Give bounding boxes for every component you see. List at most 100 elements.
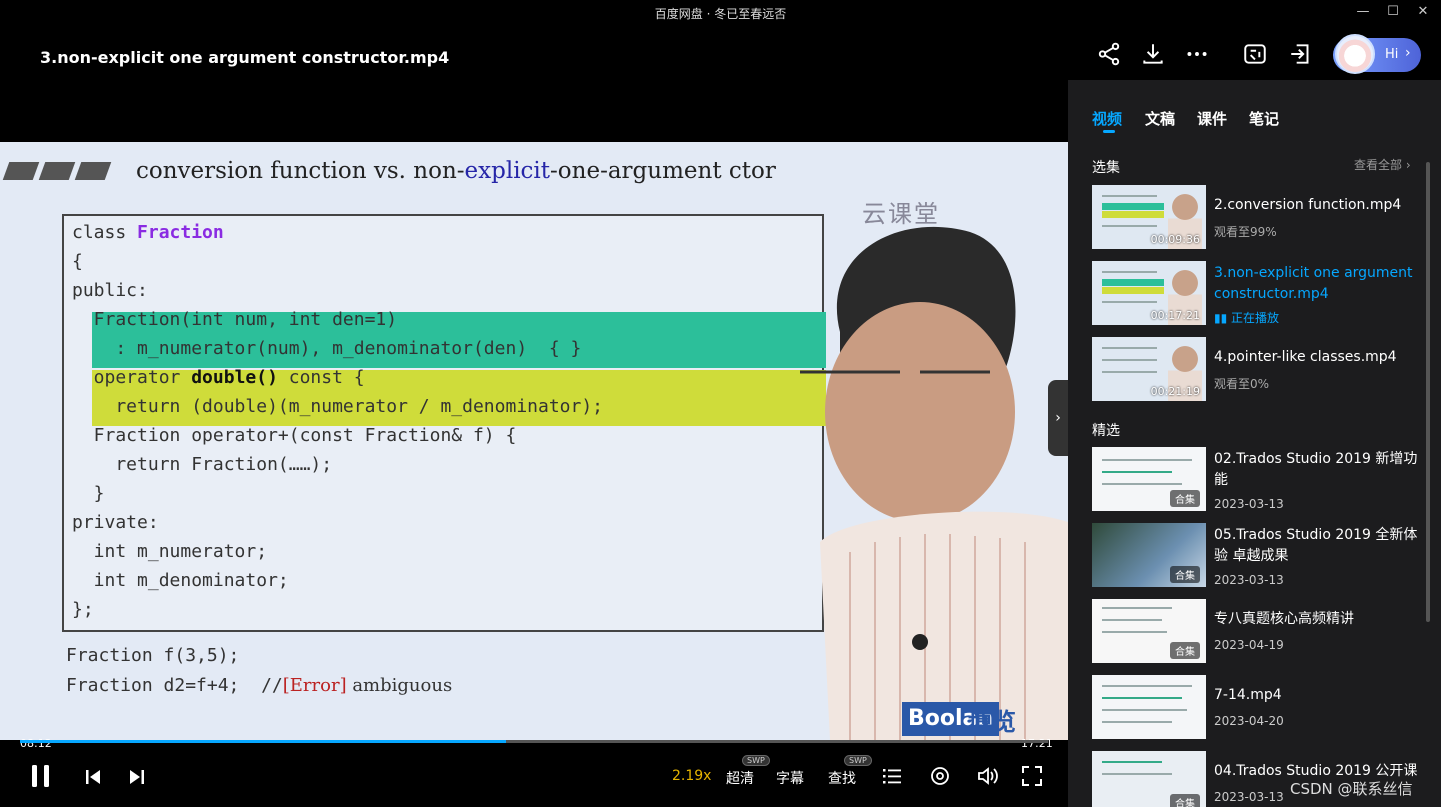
- slide-decoration: [2, 162, 114, 184]
- fullscreen-icon[interactable]: [1022, 766, 1042, 790]
- close-button[interactable]: ✕: [1413, 2, 1433, 22]
- code-line: return Fraction(……);: [72, 454, 333, 475]
- playing-bars-icon: ▮▮: [1214, 311, 1232, 325]
- current-time: 08:12: [20, 737, 52, 750]
- maximize-button[interactable]: ☐: [1383, 2, 1403, 22]
- more-icon[interactable]: [1184, 41, 1210, 67]
- progress-bar[interactable]: [20, 740, 1048, 743]
- settings-icon[interactable]: [930, 766, 950, 790]
- screen-capture-icon[interactable]: [1242, 41, 1268, 67]
- thumbnail: 合集: [1092, 751, 1206, 807]
- item-status: 观看至99%: [1214, 225, 1277, 239]
- collection-badge: 合集: [1170, 642, 1200, 659]
- app-title: 百度网盘 · 冬已至春远否: [654, 7, 787, 21]
- code-line: public:: [72, 280, 148, 301]
- quality-button[interactable]: 超清: [726, 768, 754, 788]
- swp-badge: SWP: [742, 755, 770, 766]
- item-title: 05.Trados Studio 2019 全新体验 卓越成果: [1214, 527, 1418, 564]
- progress-fill: [20, 740, 507, 743]
- playlist-icon[interactable]: [882, 766, 902, 790]
- item-date: 2023-03-13: [1214, 573, 1284, 587]
- csdn-watermark: CSDN @联系丝信: [1290, 780, 1413, 798]
- swp-badge: SWP: [844, 755, 872, 766]
- pause-icon[interactable]: [30, 764, 52, 792]
- thumbnail: 00:09:36: [1092, 185, 1206, 249]
- collection-badge: 合集: [1170, 490, 1200, 507]
- collection-badge: 合集: [1170, 794, 1200, 807]
- code-line: Fraction(int num, int den=1): [72, 309, 398, 330]
- featured-label: 精选: [1092, 423, 1120, 439]
- item-date: 2023-04-20: [1214, 714, 1284, 728]
- list-item[interactable]: 00:09:36 2.conversion function.mp4 观看至99…: [1092, 185, 1422, 251]
- series-label: 选集: [1092, 160, 1120, 176]
- code-line: int m_numerator;: [72, 541, 268, 562]
- item-date: 2023-04-19: [1214, 638, 1284, 652]
- code-line: };: [72, 599, 94, 620]
- presenter-image: [800, 226, 1068, 740]
- thumbnail: 合集: [1092, 447, 1206, 511]
- code-line: Fraction f(3,5);: [66, 645, 240, 666]
- video-frame: conversion function vs. non-explicit-one…: [0, 142, 1068, 740]
- item-title: 4.pointer-like classes.mp4: [1214, 349, 1397, 365]
- item-title: 3.non-explicit one argument constructor.…: [1214, 265, 1413, 302]
- tab-video[interactable]: 视频: [1092, 108, 1122, 129]
- total-time: 17:21: [1021, 737, 1053, 750]
- assistant-button[interactable]: Hi ›: [1333, 34, 1421, 74]
- volume-icon[interactable]: [977, 766, 999, 790]
- tab-indicator: [1103, 130, 1115, 133]
- code-line: class Fraction: [72, 222, 224, 243]
- list-item[interactable]: 00:21:19 4.pointer-like classes.mp4 观看至0…: [1092, 337, 1422, 403]
- code-line: return (double)(m_numerator / m_denomina…: [72, 396, 604, 417]
- scrollbar[interactable]: [1426, 162, 1430, 622]
- item-date: 2023-03-13: [1214, 790, 1284, 804]
- pip-icon[interactable]: [1288, 41, 1314, 67]
- subtitle-button[interactable]: 字幕: [776, 768, 804, 788]
- item-title: 2.conversion function.mp4: [1214, 197, 1402, 213]
- slide-title: conversion function vs. non-explicit-one…: [136, 158, 776, 184]
- now-playing-status: ▮▮ 正在播放: [1214, 311, 1280, 325]
- thumbnail: 00:21:19: [1092, 337, 1206, 401]
- sidebar: 视频 文稿 课件 笔记 选集 查看全部 › 00:09:36 2.convers…: [1068, 80, 1441, 807]
- code-line: : m_numerator(num), m_denominator(den) {…: [72, 338, 582, 359]
- list-item[interactable]: 合集 05.Trados Studio 2019 全新体验 卓越成果 2023-…: [1092, 523, 1422, 589]
- next-icon[interactable]: [128, 768, 146, 790]
- thumbnail: 合集: [1092, 599, 1206, 663]
- tab-courseware[interactable]: 课件: [1197, 108, 1227, 129]
- search-button[interactable]: 查找: [828, 768, 856, 788]
- item-status: 观看至0%: [1214, 377, 1270, 391]
- list-item[interactable]: 合集 专八真题核心高频精讲 2023-04-19: [1092, 599, 1422, 665]
- thumbnail: [1092, 675, 1206, 739]
- list-item[interactable]: 合集 02.Trados Studio 2019 新增功能 2023-03-13: [1092, 447, 1422, 513]
- chevron-right-icon: ›: [1405, 45, 1411, 61]
- video-title: 3.non-explicit one argument constructor.…: [40, 48, 450, 67]
- video-area[interactable]: conversion function vs. non-explicit-one…: [0, 80, 1068, 807]
- view-all-link[interactable]: 查看全部 ›: [1354, 156, 1411, 173]
- previous-icon[interactable]: [84, 768, 102, 790]
- brand-logo-cn: 博览: [968, 708, 1016, 736]
- tab-transcript[interactable]: 文稿: [1145, 108, 1175, 129]
- item-title: 专八真题核心高频精讲: [1214, 611, 1354, 627]
- code-line: private:: [72, 512, 159, 533]
- item-title: 02.Trados Studio 2019 新增功能: [1214, 451, 1418, 488]
- assistant-label: Hi: [1385, 47, 1399, 62]
- code-line: Fraction d2=f+4; //[Error] ambiguous: [66, 675, 453, 696]
- avatar: [1335, 34, 1375, 74]
- item-title: 7-14.mp4: [1214, 687, 1282, 703]
- tab-notes[interactable]: 笔记: [1249, 108, 1279, 129]
- code-line: }: [72, 483, 105, 504]
- code-block: class Fraction { public: Fraction(int nu…: [62, 214, 826, 632]
- code-line: {: [72, 251, 83, 272]
- list-item[interactable]: 7-14.mp4 2023-04-20: [1092, 675, 1422, 741]
- share-icon[interactable]: [1096, 41, 1122, 67]
- code-line: int m_denominator;: [72, 570, 289, 591]
- sidebar-toggle-chevron-icon[interactable]: ›: [1048, 380, 1068, 456]
- player-header: 3.non-explicit one argument constructor.…: [0, 24, 1441, 80]
- item-date: 2023-03-13: [1214, 497, 1284, 511]
- collection-badge: 合集: [1170, 566, 1200, 583]
- thumbnail: 合集: [1092, 523, 1206, 587]
- minimize-button[interactable]: —: [1353, 2, 1373, 22]
- speed-button[interactable]: 2.19x: [672, 768, 711, 784]
- list-item[interactable]: 00:17:21 3.non-explicit one argument con…: [1092, 261, 1422, 327]
- download-icon[interactable]: [1140, 41, 1166, 67]
- title-bar: 百度网盘 · 冬已至春远否 — ☐ ✕: [0, 0, 1441, 24]
